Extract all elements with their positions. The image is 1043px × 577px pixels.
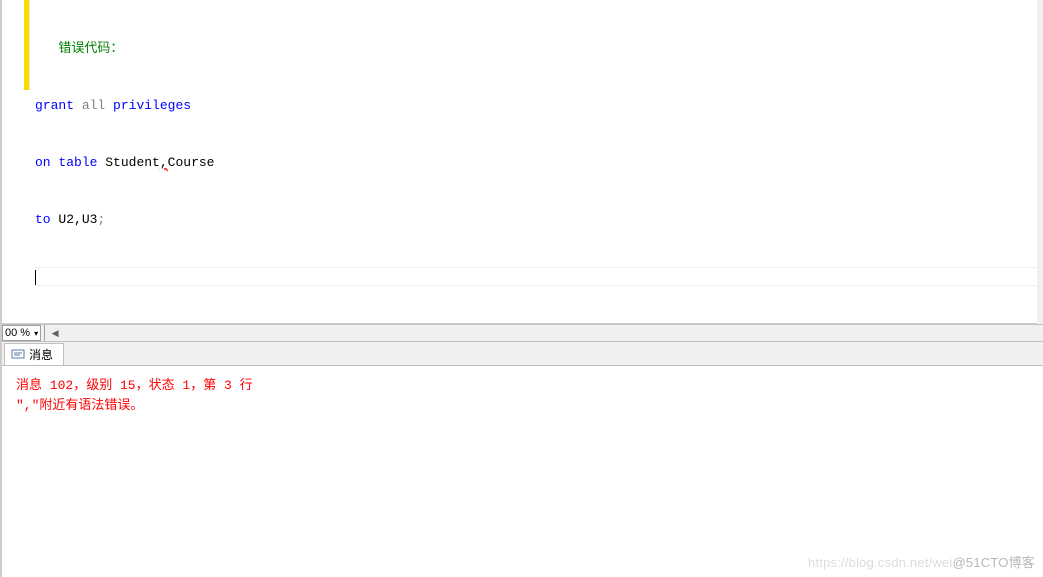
semicolon: ; [97,212,105,227]
zoom-bar: 00 % ▾ ◀ [2,324,1043,342]
separator [44,325,45,341]
error-squiggle: , [160,155,168,170]
ident-users: U2,U3 [58,212,97,227]
chevron-down-icon: ▾ [34,329,38,338]
error-line-1: 消息 102，级别 15，状态 1，第 3 行 [16,376,1029,396]
tab-messages[interactable]: 消息 [4,343,64,365]
zoom-level: 00 % [5,327,30,339]
messages-pane[interactable]: 消息 102，级别 15，状态 1，第 3 行 ","附近有语法错误。 [2,366,1043,426]
text-cursor [35,270,36,285]
zoom-selector[interactable]: 00 % ▾ [2,325,41,341]
keyword-all: all [82,98,105,113]
scroll-left-icon[interactable]: ◀ [48,326,62,340]
error-line-2: ","附近有语法错误。 [16,396,1029,416]
watermark: https://blog.csdn.net/wei@51CTO博客 [808,552,1035,571]
ident-student: Student [105,155,160,170]
watermark-text: @51CTO博客 [953,555,1035,570]
tab-messages-label: 消息 [29,346,53,363]
messages-icon [11,348,25,362]
sql-editor[interactable]: 错误代码： grant all privileges on table Stud… [30,0,1043,323]
keyword-to: to [35,212,51,227]
keyword-table: table [58,155,97,170]
watermark-url: https://blog.csdn.net/wei [808,555,952,570]
keyword-on: on [35,155,51,170]
keyword-privileges: privileges [113,98,191,113]
keyword-grant: grant [35,98,74,113]
ident-course: Course [168,155,215,170]
comment-text: 错误代码： [58,41,123,56]
results-tab-bar: 消息 [2,342,1043,366]
